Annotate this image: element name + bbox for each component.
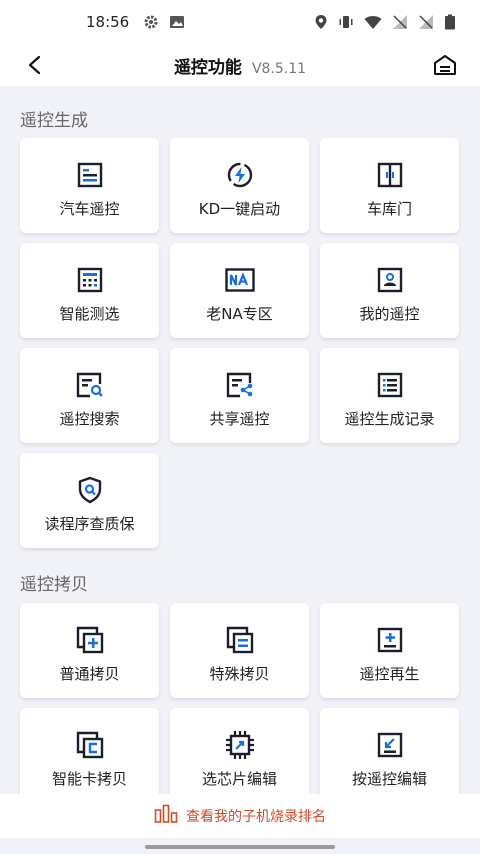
tile-label: KD一键启动 <box>198 200 281 218</box>
tile-smart-card-copy[interactable]: 智能卡拷贝 <box>20 708 159 794</box>
generation-record-icon <box>375 370 405 400</box>
tile-label: 智能测选 <box>59 305 120 323</box>
vibrate-icon <box>338 14 354 30</box>
garage-home-button[interactable] <box>430 50 460 80</box>
smart-card-copy-icon <box>75 730 105 760</box>
tile-special-copy[interactable]: 特殊拷贝 <box>170 603 309 698</box>
content-area: 遥控生成 汽车遥控 KD一键启动 车库门 智能测选 老NA专区 我的遥控 遥控搜… <box>0 86 480 794</box>
tile-label: 按遥控编辑 <box>351 770 427 788</box>
garage-icon <box>434 55 456 75</box>
status-time: 18:56 <box>86 13 130 31</box>
tile-label: 普通拷贝 <box>59 665 120 683</box>
tile-label: 共享遥控 <box>209 410 270 428</box>
tile-label: 特殊拷贝 <box>209 665 270 683</box>
na-zone-icon <box>224 265 255 295</box>
signal-off-icon <box>392 14 408 30</box>
section-title-remote-copy: 遥控拷贝 <box>20 575 88 595</box>
share-remote-icon <box>225 370 255 400</box>
remote-search-icon <box>75 370 105 400</box>
tile-label: 智能卡拷贝 <box>51 770 127 788</box>
tile-my-remote[interactable]: 我的遥控 <box>320 243 459 338</box>
tile-normal-copy[interactable]: 普通拷贝 <box>20 603 159 698</box>
tile-smart-test[interactable]: 智能测选 <box>20 243 159 338</box>
tile-chip-edit[interactable]: 选芯片编辑 <box>170 708 309 794</box>
tile-label: 车库门 <box>366 200 412 218</box>
tile-label: 老NA专区 <box>206 305 273 323</box>
image-icon <box>169 14 185 30</box>
tile-warranty-check[interactable]: 读程序查质保 <box>20 453 159 548</box>
garage-door-icon <box>375 160 405 190</box>
bar-chart-icon <box>154 804 178 828</box>
tile-label: 遥控搜索 <box>59 410 120 428</box>
chevron-left-icon <box>28 55 41 75</box>
normal-copy-icon <box>75 625 105 655</box>
ranking-link[interactable]: 查看我的子机烧录排名 <box>0 794 480 838</box>
smart-test-icon <box>75 265 105 295</box>
signal-off-icon <box>418 14 434 30</box>
car-remote-icon <box>75 160 105 190</box>
my-remote-icon <box>375 265 405 295</box>
tile-label: 汽车遥控 <box>59 200 120 218</box>
location-icon <box>314 14 328 30</box>
home-indicator[interactable] <box>145 845 335 849</box>
tile-remote-search[interactable]: 遥控搜索 <box>20 348 159 443</box>
ranking-text: 查看我的子机烧录排名 <box>186 809 326 825</box>
tile-label: 我的遥控 <box>359 305 420 323</box>
version-label: V8.5.11 <box>251 60 307 77</box>
battery-icon <box>444 14 456 30</box>
tile-kd-one-key-start[interactable]: KD一键启动 <box>170 138 309 233</box>
chip-edit-icon <box>225 730 255 760</box>
tile-remote-regenerate[interactable]: 遥控再生 <box>320 603 459 698</box>
tile-label: 遥控生成记录 <box>344 410 435 428</box>
tile-share-remote[interactable]: 共享遥控 <box>170 348 309 443</box>
wifi-icon <box>364 14 382 30</box>
tile-garage-door[interactable]: 车库门 <box>320 138 459 233</box>
settings-gear-icon <box>143 14 159 30</box>
tile-label: 选芯片编辑 <box>201 770 277 788</box>
app-header: 遥控功能 V8.5.11 <box>0 44 480 86</box>
tile-label: 遥控再生 <box>359 665 420 683</box>
warranty-check-icon <box>75 475 105 505</box>
tile-generation-record[interactable]: 遥控生成记录 <box>320 348 459 443</box>
status-bar: 18:56 <box>0 0 480 44</box>
back-button[interactable] <box>20 50 50 80</box>
remote-regenerate-icon <box>375 625 405 655</box>
special-copy-icon <box>225 625 255 655</box>
section-title-remote-generation: 遥控生成 <box>20 111 88 131</box>
tile-label: 读程序查质保 <box>44 515 135 533</box>
tile-remote-edit[interactable]: 按遥控编辑 <box>320 708 459 794</box>
page-title: 遥控功能 <box>173 57 242 78</box>
remote-edit-icon <box>375 730 405 760</box>
one-key-start-icon <box>225 160 255 190</box>
tile-old-na-zone[interactable]: 老NA专区 <box>170 243 309 338</box>
tile-car-remote[interactable]: 汽车遥控 <box>20 138 159 233</box>
